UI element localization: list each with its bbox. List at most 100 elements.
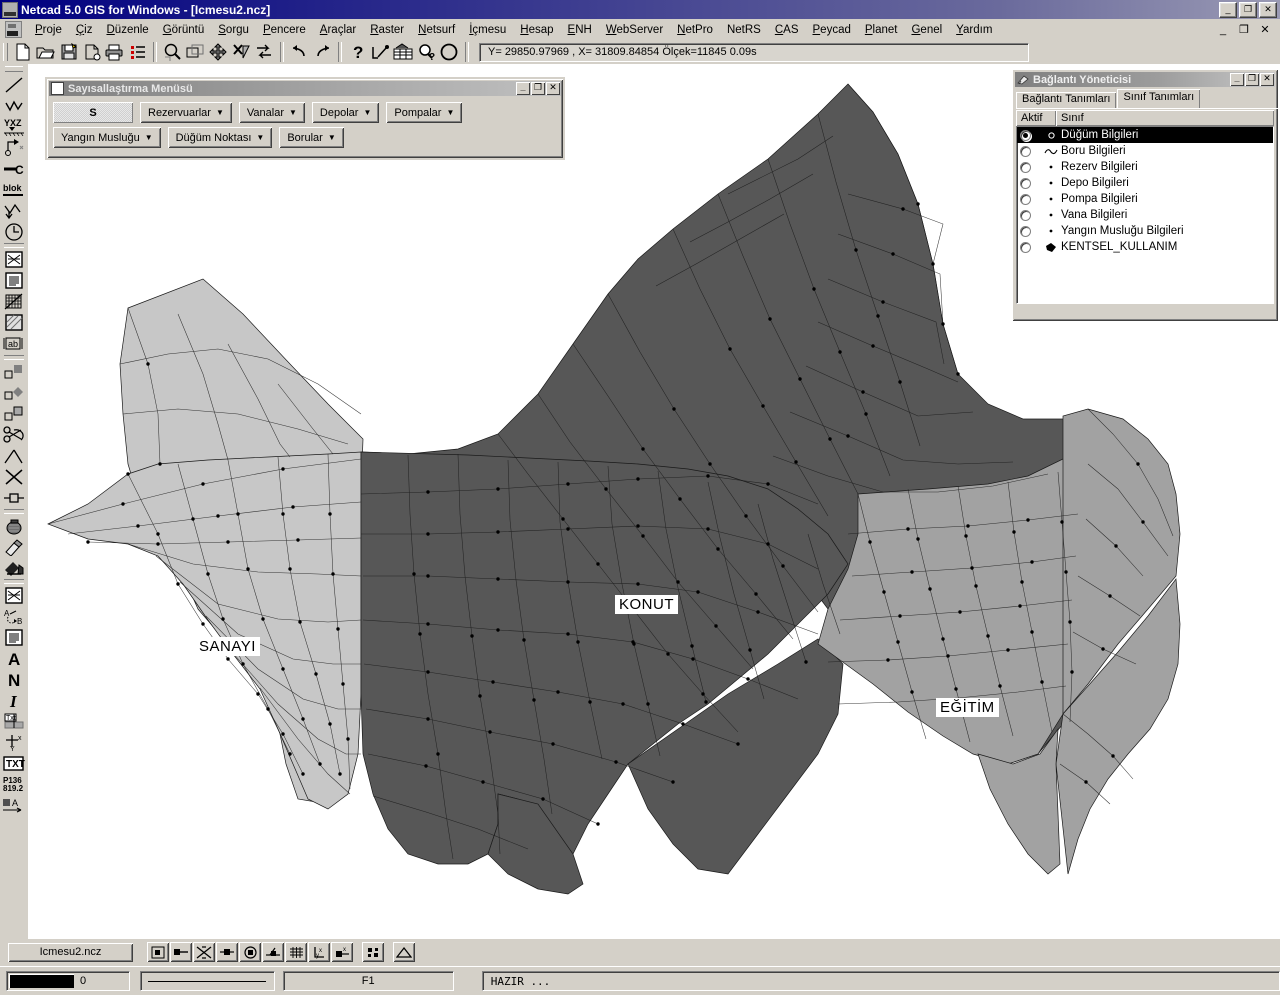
- line-icon[interactable]: [2, 74, 26, 95]
- menu-item-pencere[interactable]: Pencere: [256, 22, 313, 38]
- digitize-palette-titlebar[interactable]: Sayısallaştırma Menüsü _ ❐ ✕: [49, 81, 561, 96]
- menu-item-goruntu[interactable]: Görüntü: [156, 22, 212, 38]
- column-header-sinif[interactable]: Sınıf: [1056, 110, 1274, 126]
- brush-icon[interactable]: [2, 536, 26, 557]
- print-icon[interactable]: [103, 41, 126, 63]
- zoom-dynamic-icon[interactable]: [253, 41, 276, 63]
- depolar-dropdown[interactable]: Depolar ▼: [311, 102, 380, 123]
- panel-close-button[interactable]: ✕: [1260, 73, 1274, 86]
- grid-icon[interactable]: [2, 291, 26, 312]
- new-file-icon[interactable]: [11, 41, 34, 63]
- active-radio[interactable]: [1020, 177, 1031, 189]
- angle-icon[interactable]: [2, 445, 26, 466]
- column-header-aktif[interactable]: Aktif: [1016, 110, 1056, 126]
- connection-manager-panel[interactable]: Bağlantı Yöneticisi _ ❐ ✕ Bağlantı Tanım…: [1012, 69, 1278, 321]
- palette-restore-button[interactable]: ❐: [531, 82, 545, 95]
- snap-intersection-icon[interactable]: [193, 942, 215, 962]
- blok-label-icon[interactable]: blok: [2, 179, 26, 200]
- redo-icon[interactable]: [311, 41, 334, 63]
- yangin-muslugu-dropdown[interactable]: Yangın Musluğu ▼: [53, 127, 161, 148]
- active-radio[interactable]: [1020, 241, 1031, 253]
- hatch-fill-icon[interactable]: [2, 312, 26, 333]
- lines-icon[interactable]: [2, 627, 26, 648]
- menu-item-proje[interactable]: Proje: [28, 22, 69, 38]
- measure-icon[interactable]: [369, 41, 392, 63]
- list-item[interactable]: Yangın Musluğu Bilgileri: [1017, 223, 1273, 239]
- arrow-down-icon[interactable]: [2, 200, 26, 221]
- pompalar-dropdown[interactable]: Pompalar ▼: [386, 102, 463, 123]
- coord-label-icon[interactable]: P136 819.2: [2, 774, 26, 795]
- digitize-palette[interactable]: Sayısallaştırma Menüsü _ ❐ ✕ S Rezervuar…: [45, 77, 565, 160]
- active-radio[interactable]: [1020, 225, 1031, 237]
- color-swatch[interactable]: [9, 974, 74, 988]
- list-icon[interactable]: [126, 41, 149, 63]
- hatch-preview-icon[interactable]: [2, 249, 26, 270]
- snap-nearest-icon[interactable]: x: [331, 942, 353, 962]
- ab-label-icon[interactable]: ab: [2, 333, 26, 354]
- undo-icon[interactable]: [288, 41, 311, 63]
- snap-origin-icon[interactable]: xy: [308, 942, 330, 962]
- menu-item-sorgu[interactable]: Sorgu: [211, 22, 256, 38]
- letter-i-icon[interactable]: I: [2, 690, 26, 711]
- snap-midpoint-icon[interactable]: [216, 942, 238, 962]
- menu-item-netrs[interactable]: NetRS: [720, 22, 768, 38]
- snap-endpoint-icon[interactable]: [170, 942, 192, 962]
- query-zoom-icon[interactable]: ?: [415, 41, 438, 63]
- zoom-previous-icon[interactable]: [184, 41, 207, 63]
- menu-item-enh[interactable]: ENH: [561, 22, 599, 38]
- zoom-window-icon[interactable]: [161, 41, 184, 63]
- menu-item-raster[interactable]: Raster: [363, 22, 411, 38]
- help-icon[interactable]: ?: [346, 41, 369, 63]
- active-radio[interactable]: [1020, 193, 1031, 205]
- toolbar-grip[interactable]: [3, 43, 8, 61]
- menu-item-icmesu[interactable]: İçmesu: [462, 22, 513, 38]
- panel-minimize-button[interactable]: _: [1230, 73, 1244, 86]
- letter-n-icon[interactable]: N: [2, 669, 26, 690]
- snap-triangle-icon[interactable]: [393, 942, 415, 962]
- diamond-fill-icon[interactable]: [2, 382, 26, 403]
- active-radio[interactable]: [1020, 145, 1031, 157]
- square-shade-icon[interactable]: [2, 403, 26, 424]
- panel-restore-button[interactable]: ❐: [1245, 73, 1259, 86]
- class-list[interactable]: Düğüm Bilgileri Boru Bilgileri Rezerv Bi…: [1016, 126, 1274, 304]
- save-as-icon[interactable]: [80, 41, 103, 63]
- active-file-button[interactable]: Icmesu2.ncz: [8, 942, 133, 962]
- clock-icon[interactable]: [2, 221, 26, 242]
- paint-icon[interactable]: [2, 557, 26, 578]
- menu-item-genel[interactable]: Genel: [904, 22, 949, 38]
- txt-table-icon[interactable]: Txt: [2, 711, 26, 732]
- list-item[interactable]: Depo Bilgileri: [1017, 175, 1273, 191]
- txt-box-icon[interactable]: TXT: [2, 753, 26, 774]
- tab-sinif-tanimlari[interactable]: Sınıf Tanımları: [1117, 89, 1201, 108]
- node-segment-icon[interactable]: [2, 487, 26, 508]
- arrow-text-icon[interactable]: A: [2, 795, 26, 816]
- line-style-selector[interactable]: [139, 971, 275, 991]
- circle-icon[interactable]: [438, 41, 461, 63]
- table-icon[interactable]: [392, 41, 415, 63]
- list-item[interactable]: Düğüm Bilgileri: [1017, 127, 1273, 143]
- pan-icon[interactable]: [207, 41, 230, 63]
- grenade-icon[interactable]: [2, 515, 26, 536]
- palette-minimize-button[interactable]: _: [516, 82, 530, 95]
- restore-button[interactable]: ❐: [1239, 1, 1257, 18]
- menu-item-duzenle[interactable]: Düzenle: [99, 22, 155, 38]
- polyline-icon[interactable]: [2, 95, 26, 116]
- block-icon[interactable]: C: [2, 158, 26, 179]
- curve-icon[interactable]: [2, 137, 26, 158]
- dugum-noktasi-dropdown[interactable]: Düğüm Noktası ▼: [167, 127, 273, 148]
- letter-a-icon[interactable]: A: [2, 648, 26, 669]
- list-item[interactable]: Boru Bilgileri: [1017, 143, 1273, 159]
- menu-item-yardim[interactable]: Yardım: [949, 22, 999, 38]
- snap-grid-icon[interactable]: [285, 942, 307, 962]
- list-item[interactable]: Pompa Bilgileri: [1017, 191, 1273, 207]
- text-block-icon[interactable]: [2, 270, 26, 291]
- select-toggle-button[interactable]: S: [53, 102, 133, 123]
- cross-icon[interactable]: [2, 466, 26, 487]
- hatch2-icon[interactable]: [2, 585, 26, 606]
- mdi-restore-button[interactable]: ❐: [1238, 23, 1250, 36]
- yxz-point-icon[interactable]: YXZ: [2, 116, 26, 137]
- close-button[interactable]: ✕: [1259, 1, 1277, 18]
- snap-point-icon[interactable]: [147, 942, 169, 962]
- vanalar-dropdown[interactable]: Vanalar ▼: [238, 102, 305, 123]
- color-selector[interactable]: 0: [6, 971, 130, 991]
